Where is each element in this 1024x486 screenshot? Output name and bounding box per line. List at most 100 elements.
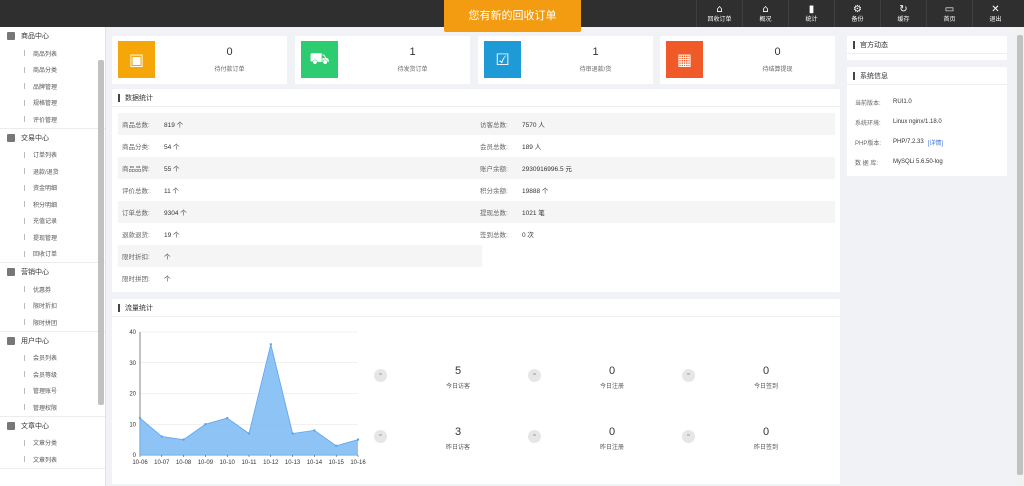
x-tick-label: 10-14 bbox=[307, 460, 323, 466]
sidebar-group: 营销中心 优惠券 限时折扣 限时拼团 bbox=[0, 263, 105, 332]
top-action-0[interactable]: ⌂ 回收订单 bbox=[696, 0, 742, 27]
top-action-label: 回收订单 bbox=[707, 16, 732, 23]
traffic-stat-box: = 0 昨日注册 bbox=[528, 410, 678, 458]
sidebar-group-title[interactable]: 营销中心 bbox=[0, 263, 105, 281]
data-stats-card: 数据统计 商品总数: 819 个 访客总数: 7570 人商品分类: 54 个 会员总数:… bbox=[112, 89, 840, 292]
data-cell: 商品品牌: 55 个 bbox=[122, 166, 180, 173]
group-icon bbox=[7, 268, 15, 276]
equals-icon: = bbox=[528, 430, 541, 443]
sidebar-group-title[interactable]: 文章中心 bbox=[0, 417, 105, 435]
group-icon bbox=[7, 336, 15, 345]
x-tick-label: 10-10 bbox=[220, 460, 236, 466]
stat-value: 0 bbox=[774, 46, 781, 58]
top-bar: 您有新的回收订单 ⌂ 回收订单 ⌂ 概况 ▮ 统计 ⚙ 备份 ↻ 缓存 ▭ 首页 ✕ 退出 bbox=[0, 0, 1024, 32]
sidebar-group-title[interactable]: 商品中心 bbox=[0, 27, 105, 45]
traffic-card: 流量统计 0 10 20 30 40 10-06 10-07 10-08 10-09 10-10 1… bbox=[112, 299, 840, 484]
sidebar-item[interactable]: 退款/退货 bbox=[0, 163, 105, 180]
sidebar-group-title[interactable]: 交易中心 bbox=[0, 129, 105, 147]
bar-chart-icon: ▮ bbox=[808, 3, 815, 15]
sidebar-item[interactable]: 商品分类 bbox=[0, 62, 105, 79]
sidebar-item[interactable]: 积分明细 bbox=[0, 196, 105, 213]
system-info-row: 系统环境: Linux nginx/1.18.0 bbox=[855, 119, 942, 127]
stat-card[interactable]: ▣ 0 待付款订单 bbox=[112, 36, 287, 84]
data-cell: 积分余额: 19888 个 bbox=[480, 188, 549, 195]
data-cell: 商品分类: 54 个 bbox=[122, 144, 180, 151]
data-row: 退款退货: 19 个 签到总数: 0 次 bbox=[118, 223, 835, 245]
data-row: 限时拼团: 个 bbox=[118, 267, 482, 289]
equals-icon: = bbox=[374, 369, 387, 382]
sidebar-item[interactable]: 提现管理 bbox=[0, 229, 105, 246]
data-cell: 退款退货: 19 个 bbox=[122, 232, 180, 239]
top-action-5[interactable]: ▭ 首页 bbox=[926, 0, 972, 27]
php-detail-link[interactable]: [详情] bbox=[928, 138, 943, 147]
official-news-card: 官方动态 bbox=[847, 36, 1007, 60]
home-icon: ⌂ bbox=[716, 3, 723, 15]
stat-card[interactable]: ☑ 1 待审退款/货 bbox=[478, 36, 653, 84]
top-action-2[interactable]: ▮ 统计 bbox=[788, 0, 834, 27]
x-tick-label: 10-07 bbox=[154, 460, 170, 466]
stat-value: 1 bbox=[592, 46, 599, 58]
sidebar-item[interactable]: 管理账号 bbox=[0, 383, 105, 400]
traffic-stat-value: 0 bbox=[762, 426, 770, 438]
sidebar-item[interactable]: 优惠券 bbox=[0, 281, 105, 298]
top-action-label: 统计 bbox=[805, 16, 818, 23]
traffic-stat-value: 0 bbox=[608, 426, 616, 438]
sidebar-item[interactable]: 评价管理 bbox=[0, 111, 105, 128]
check-box-icon: ☑ bbox=[484, 41, 521, 78]
top-action-4[interactable]: ↻ 缓存 bbox=[880, 0, 926, 27]
stat-label: 待结算提现 bbox=[762, 67, 793, 73]
data-cell: 评价总数: 11 个 bbox=[122, 188, 180, 195]
x-tick-label: 10-09 bbox=[198, 460, 214, 466]
sidebar-group-title[interactable]: 用户中心 bbox=[0, 332, 105, 350]
stat-card[interactable]: ▦ 0 待结算提现 bbox=[660, 36, 835, 84]
sidebar-item[interactable]: 回收订单 bbox=[0, 246, 105, 263]
sidebar-item[interactable]: 文章分类 bbox=[0, 435, 105, 452]
data-point bbox=[160, 435, 163, 438]
page-scrollbar[interactable] bbox=[1016, 27, 1024, 486]
page-scrollbar-thumb[interactable] bbox=[1017, 35, 1023, 475]
close-icon: ✕ bbox=[991, 3, 1000, 15]
data-point bbox=[204, 423, 207, 426]
sidebar-item[interactable]: 管理权限 bbox=[0, 399, 105, 416]
data-cell: 提现总数: 1021 笔 bbox=[480, 210, 545, 217]
x-tick-label: 10-08 bbox=[176, 460, 192, 466]
top-action-label: 概况 bbox=[759, 16, 772, 23]
top-action-1[interactable]: ⌂ 概况 bbox=[742, 0, 788, 27]
sidebar-item[interactable]: 充值记录 bbox=[0, 213, 105, 230]
equals-icon: = bbox=[682, 430, 695, 443]
wallet-icon: ▣ bbox=[118, 41, 155, 78]
refresh-icon: ↻ bbox=[899, 3, 908, 15]
traffic-stat-box: = 3 昨日访客 bbox=[374, 410, 524, 458]
top-action-label: 首页 bbox=[943, 16, 956, 23]
sidebar-item[interactable]: 限时折扣 bbox=[0, 298, 105, 315]
x-tick-label: 10-15 bbox=[329, 460, 345, 466]
sidebar-item[interactable]: 商品列表 bbox=[0, 45, 105, 62]
official-news-title: 官方动态 bbox=[860, 41, 888, 49]
stat-card[interactable]: ⛟ 1 待发货订单 bbox=[295, 36, 470, 84]
series-line bbox=[139, 344, 359, 447]
sidebar-item[interactable]: 限时拼团 bbox=[0, 314, 105, 331]
y-tick-label: 0 bbox=[133, 453, 137, 459]
sidebar-item[interactable]: 资金明细 bbox=[0, 180, 105, 197]
data-point bbox=[335, 444, 338, 447]
sidebar-scrollbar[interactable] bbox=[98, 60, 104, 405]
sidebar-item[interactable]: 规格管理 bbox=[0, 95, 105, 112]
traffic-stat-value: 0 bbox=[762, 365, 770, 377]
top-action-6[interactable]: ✕ 退出 bbox=[972, 0, 1018, 27]
data-point bbox=[138, 416, 142, 420]
stat-label: 待审退款/货 bbox=[579, 67, 612, 73]
y-tick-label: 20 bbox=[129, 392, 136, 398]
sidebar-item[interactable]: 文章列表 bbox=[0, 451, 105, 468]
system-info-row: 数 据 库: MySQLi 5.6.50-log bbox=[855, 159, 943, 167]
traffic-stat-box: = 0 今日签到 bbox=[682, 349, 832, 397]
sidebar-item[interactable]: 品牌管理 bbox=[0, 78, 105, 95]
sidebar-item[interactable]: 会员列表 bbox=[0, 350, 105, 367]
new-order-notice[interactable]: 您有新的回收订单 bbox=[444, 0, 581, 32]
equals-icon: = bbox=[374, 430, 387, 443]
data-point bbox=[356, 438, 360, 441]
top-action-3[interactable]: ⚙ 备份 bbox=[834, 0, 880, 27]
sidebar-item[interactable]: 订单列表 bbox=[0, 147, 105, 164]
top-action-label: 缓存 bbox=[897, 16, 910, 23]
sidebar-item[interactable]: 会员等级 bbox=[0, 366, 105, 383]
traffic-stat-label: 昨日签到 bbox=[753, 445, 778, 451]
